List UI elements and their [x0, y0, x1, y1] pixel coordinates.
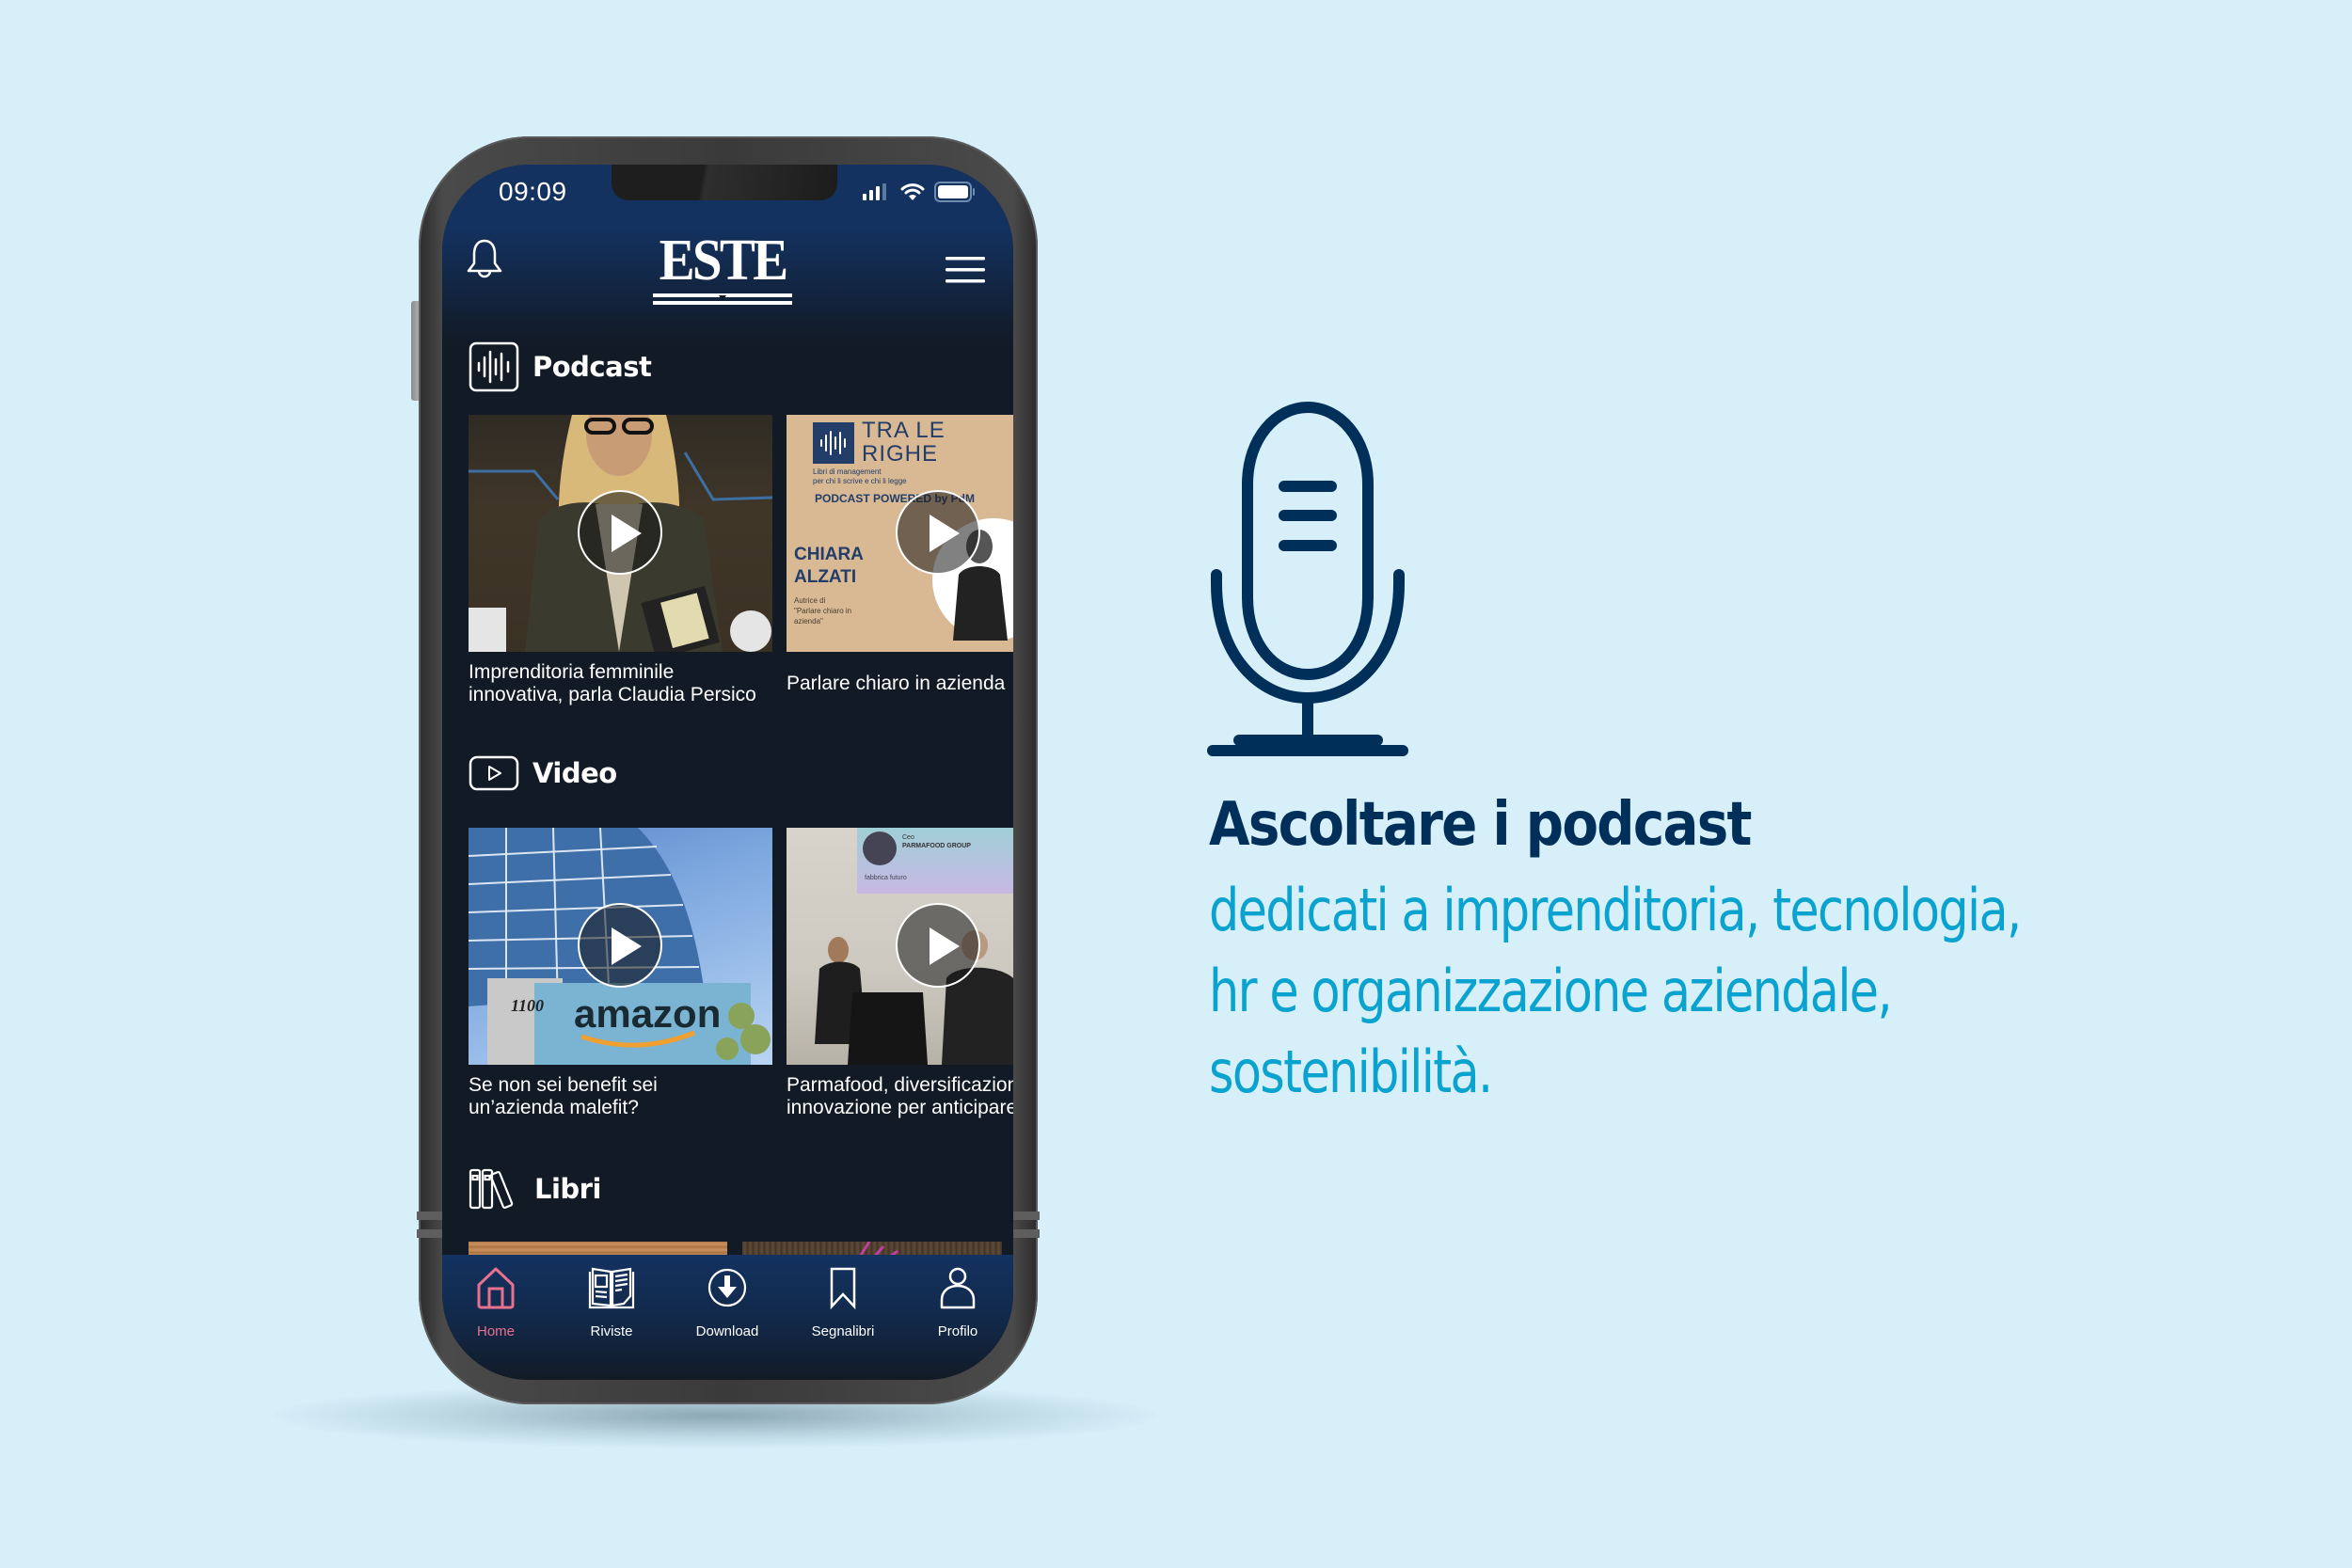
notifications-button[interactable]: [466, 238, 503, 286]
antenna-band: [1011, 1229, 1040, 1238]
play-button[interactable]: [896, 903, 980, 988]
phone-notch: [612, 165, 837, 200]
hamburger-menu-icon: [946, 257, 985, 283]
user-icon: [940, 1267, 976, 1309]
section-title-video: Video: [532, 757, 617, 789]
tab-segnalibri[interactable]: Segnalibri: [791, 1266, 895, 1339]
bottom-tab-bar: Home Riviste Download Segnalibri Profilo: [442, 1255, 1013, 1380]
podcast-title[interactable]: Imprenditoria femminile innovativa, parl…: [469, 661, 779, 706]
magazine-icon: [588, 1267, 635, 1309]
play-square-icon: [469, 755, 519, 791]
play-button[interactable]: [578, 903, 662, 988]
tra-le-righe-logo: [813, 422, 854, 464]
podcast-thumbnail[interactable]: [469, 415, 772, 652]
home-icon: [477, 1267, 515, 1309]
audio-waveform-icon: [469, 341, 519, 392]
battery-icon: [934, 182, 975, 202]
section-header-podcast[interactable]: Podcast: [469, 341, 652, 392]
section-header-video[interactable]: Video: [469, 755, 617, 791]
video-thumbnail[interactable]: Ceo PARMAFOOD GROUP fabbrica futuro: [787, 828, 1013, 1065]
section-title-libri: Libri: [534, 1173, 601, 1205]
promo-headline: Ascoltare i podcast: [1209, 790, 1752, 860]
antenna-band: [417, 1212, 445, 1220]
svg-text:1100: 1100: [511, 996, 544, 1015]
svg-text:amazon: amazon: [574, 991, 721, 1036]
video-title[interactable]: Parmafood, diversificazione e innovazion…: [787, 1074, 1013, 1119]
bell-icon: [467, 239, 502, 278]
antenna-band: [1011, 1212, 1040, 1220]
podcast-thumbnail[interactable]: TRA LE RIGHE Libri di management per chi…: [787, 415, 1013, 652]
podcast-title[interactable]: Parlare chiaro in azienda: [787, 673, 1013, 695]
tab-home[interactable]: Home: [444, 1266, 548, 1339]
tab-profilo[interactable]: Profilo: [906, 1266, 1009, 1339]
antenna-band: [417, 1229, 445, 1238]
section-header-libri[interactable]: Libri: [469, 1168, 601, 1210]
microphone-icon: [1207, 401, 1408, 756]
wifi-icon: [900, 183, 925, 200]
tab-riviste[interactable]: Riviste: [560, 1266, 663, 1339]
tab-download[interactable]: Download: [675, 1266, 779, 1339]
este-logo[interactable]: ESTE: [652, 231, 793, 309]
play-button[interactable]: [578, 490, 662, 575]
phone-screen: 09:09 ESTE Podcast Imprenditoria femmini…: [442, 165, 1013, 1380]
books-icon: [469, 1168, 514, 1210]
logo-underline-icon: [653, 293, 792, 305]
bookmark-icon: [830, 1267, 856, 1310]
audio-waveform-icon: [820, 431, 846, 455]
status-icons: [863, 182, 976, 202]
promo-description: dedicati a imprenditoria, tecnologia, hr…: [1209, 876, 2022, 1106]
status-time: 09:09: [499, 177, 567, 206]
signal-icon: [863, 183, 886, 200]
video-thumbnail[interactable]: 1100 amazon: [469, 828, 772, 1065]
video-title[interactable]: Se non sei benefit sei un’azienda malefi…: [469, 1074, 779, 1119]
menu-button[interactable]: [946, 257, 985, 288]
download-circle-icon: [707, 1268, 747, 1307]
section-title-podcast: Podcast: [532, 351, 652, 383]
play-button[interactable]: [896, 490, 980, 575]
stage-screen: Ceo PARMAFOOD GROUP fabbrica futuro: [857, 828, 1013, 894]
